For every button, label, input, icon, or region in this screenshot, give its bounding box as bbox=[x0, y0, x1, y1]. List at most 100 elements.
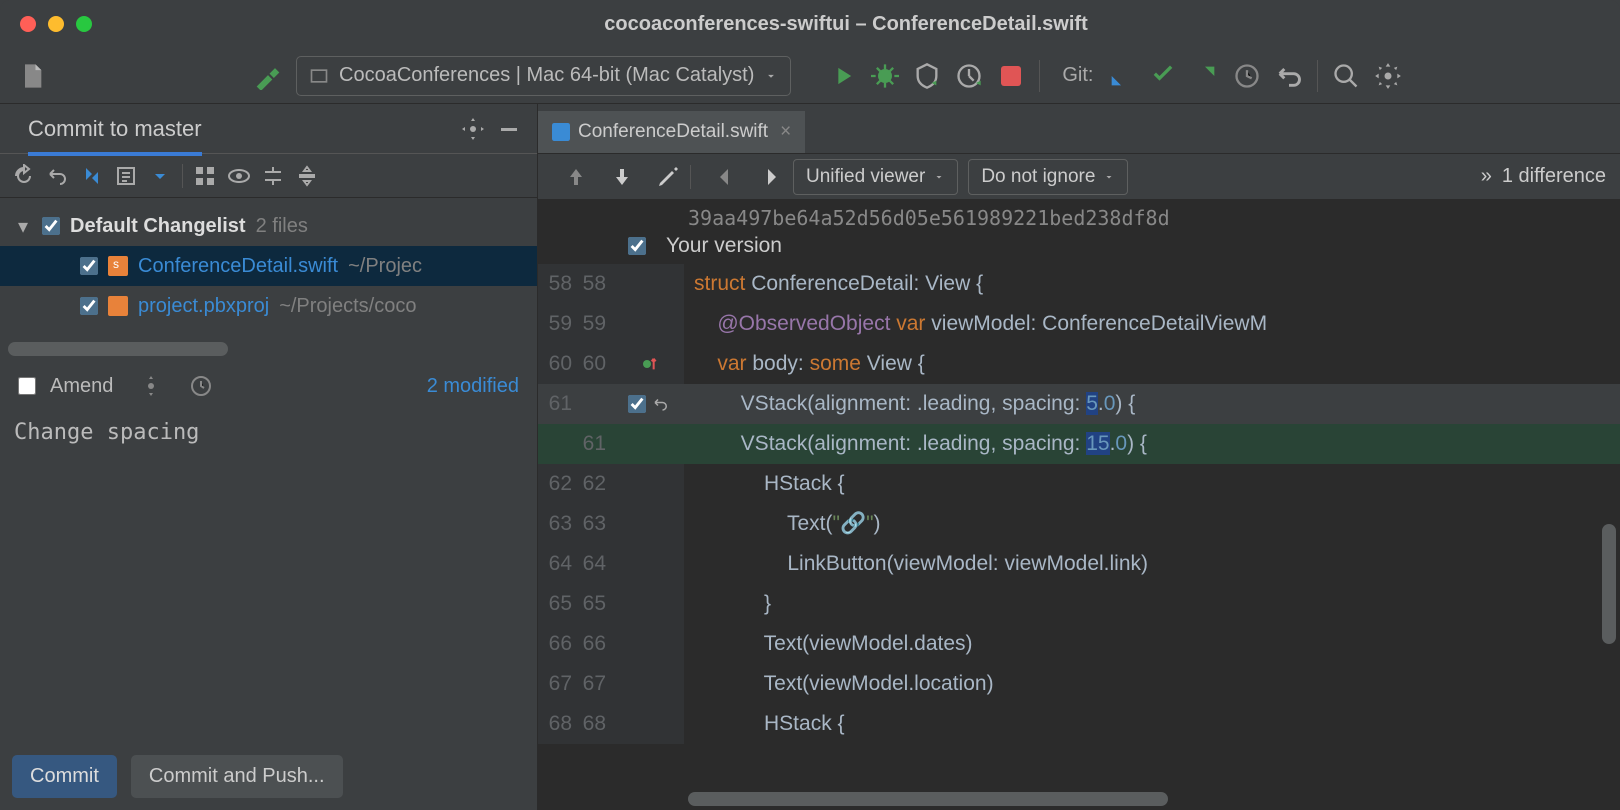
modified-count[interactable]: 2 modified bbox=[427, 375, 519, 398]
gutter-marker bbox=[614, 264, 684, 304]
code-line: 61 VStack(alignment: .leading, spacing: … bbox=[538, 384, 1620, 424]
next-diff-icon[interactable] bbox=[610, 165, 634, 189]
git-update-button[interactable] bbox=[1107, 62, 1135, 90]
refresh-icon[interactable] bbox=[12, 164, 36, 188]
vertical-scrollbar[interactable] bbox=[1602, 524, 1616, 644]
gutter-marker bbox=[614, 344, 684, 384]
file-row[interactable]: ConferenceDetail.swift ~/Projec bbox=[0, 246, 537, 286]
editor-tabbar: ConferenceDetail.swift × bbox=[538, 104, 1620, 154]
close-tab-icon[interactable]: × bbox=[780, 121, 791, 143]
code-line: 6060 var body: some View { bbox=[538, 344, 1620, 384]
debug-button[interactable] bbox=[871, 62, 899, 90]
diff-count-area: » 1 difference bbox=[1481, 165, 1606, 188]
more-icon[interactable]: » bbox=[1481, 165, 1492, 188]
git-history-button[interactable] bbox=[1233, 62, 1261, 90]
commit-panel: Commit to master ▾ Default Changelist 2 … bbox=[0, 104, 538, 810]
git-push-button[interactable] bbox=[1191, 62, 1219, 90]
titlebar: cocoaconferences-swiftui – ConferenceDet… bbox=[0, 0, 1620, 48]
file-checkbox[interactable] bbox=[80, 257, 98, 275]
gutter-marker bbox=[614, 624, 684, 664]
file-row[interactable]: project.pbxproj ~/Projects/coco bbox=[0, 286, 537, 326]
edit-icon[interactable] bbox=[656, 165, 680, 189]
stop-button[interactable] bbox=[997, 62, 1025, 90]
window-title: cocoaconferences-swiftui – ConferenceDet… bbox=[92, 13, 1600, 36]
minimize-window-button[interactable] bbox=[48, 16, 64, 32]
build-icon[interactable] bbox=[254, 62, 282, 90]
changelist-icon[interactable] bbox=[114, 164, 138, 188]
diff-icon[interactable] bbox=[80, 164, 104, 188]
editor-area: ConferenceDetail.swift × Unified viewer … bbox=[538, 104, 1620, 810]
code-text: } bbox=[684, 584, 1620, 624]
gutter-marker bbox=[614, 664, 684, 704]
file-path: ~/Projec bbox=[348, 255, 422, 278]
git-rollback-button[interactable] bbox=[1275, 62, 1303, 90]
editor-tab[interactable]: ConferenceDetail.swift × bbox=[538, 109, 805, 153]
hunk-checkbox[interactable] bbox=[628, 395, 646, 413]
gear-icon[interactable] bbox=[461, 117, 485, 141]
changelist-row[interactable]: ▾ Default Changelist 2 files bbox=[0, 206, 537, 246]
nav-back-icon[interactable] bbox=[713, 165, 737, 189]
horizontal-scrollbar[interactable] bbox=[8, 342, 228, 356]
commit-and-push-button[interactable]: Commit and Push... bbox=[131, 755, 343, 798]
git-label: Git: bbox=[1062, 64, 1093, 87]
changelist-checkbox[interactable] bbox=[42, 217, 60, 235]
gutter-marker bbox=[614, 384, 684, 424]
changes-tree: ▾ Default Changelist 2 files ConferenceD… bbox=[0, 198, 537, 334]
code-line: 6363 Text("🔗") bbox=[538, 504, 1620, 544]
gutter-marker bbox=[614, 464, 684, 504]
code-text: @ObservedObject var viewModel: Conferenc… bbox=[684, 304, 1620, 344]
coverage-button[interactable] bbox=[913, 62, 941, 90]
profile-button[interactable] bbox=[955, 62, 983, 90]
shelve-icon[interactable] bbox=[148, 164, 172, 188]
amend-checkbox[interactable] bbox=[18, 377, 36, 395]
commit-buttons: Commit Commit and Push... bbox=[0, 743, 537, 810]
gutter: 6262 bbox=[538, 464, 614, 504]
settings-button[interactable] bbox=[1374, 62, 1402, 90]
expand-icon[interactable] bbox=[261, 164, 285, 188]
git-commit-button[interactable] bbox=[1149, 62, 1177, 90]
gutter: 6565 bbox=[538, 584, 614, 624]
amend-row: Amend 2 modified bbox=[0, 364, 537, 408]
prev-diff-icon[interactable] bbox=[564, 165, 588, 189]
new-file-icon[interactable] bbox=[18, 62, 46, 90]
file-checkbox[interactable] bbox=[80, 297, 98, 315]
gear-icon[interactable] bbox=[139, 374, 163, 398]
nav-forward-icon[interactable] bbox=[759, 165, 783, 189]
run-configuration-selector[interactable]: CocoaConferences | Mac 64-bit (Mac Catal… bbox=[296, 56, 791, 96]
view-icon[interactable] bbox=[227, 164, 251, 188]
file-path: ~/Projects/coco bbox=[279, 295, 416, 318]
group-icon[interactable] bbox=[193, 164, 217, 188]
diff-count: 1 difference bbox=[1502, 165, 1606, 188]
code-text: Text(viewModel.dates) bbox=[684, 624, 1620, 664]
gutter: 61 bbox=[538, 424, 614, 464]
code-text: HStack { bbox=[684, 464, 1620, 504]
code-text: Text(viewModel.location) bbox=[684, 664, 1620, 704]
ignore-mode-select[interactable]: Do not ignore bbox=[968, 159, 1128, 195]
changelist-count: 2 files bbox=[256, 215, 308, 238]
code-editor[interactable]: 5858 struct ConferenceDetail: View {5959… bbox=[538, 264, 1620, 810]
separator bbox=[1317, 60, 1318, 92]
minimize-panel-icon[interactable] bbox=[497, 117, 521, 141]
commit-message-input[interactable] bbox=[14, 420, 523, 731]
search-button[interactable] bbox=[1332, 62, 1360, 90]
maximize-window-button[interactable] bbox=[76, 16, 92, 32]
horizontal-scrollbar[interactable] bbox=[688, 792, 1168, 806]
history-icon[interactable] bbox=[189, 374, 213, 398]
gutter-marker bbox=[614, 304, 684, 344]
chevron-down-icon bbox=[1103, 171, 1115, 183]
file-name: project.pbxproj bbox=[138, 295, 269, 318]
chevron-down-icon bbox=[933, 171, 945, 183]
gutter: 6060 bbox=[538, 344, 614, 384]
code-line: 6464 LinkButton(viewModel: viewModel.lin… bbox=[538, 544, 1620, 584]
code-text: Text("🔗") bbox=[684, 504, 1620, 544]
commit-button[interactable]: Commit bbox=[12, 755, 117, 798]
code-text: LinkButton(viewModel: viewModel.link) bbox=[684, 544, 1620, 584]
version-checkbox[interactable] bbox=[628, 237, 646, 255]
rollback-icon[interactable] bbox=[46, 164, 70, 188]
separator bbox=[182, 164, 183, 188]
collapse-icon[interactable] bbox=[295, 164, 319, 188]
revert-icon[interactable] bbox=[652, 395, 670, 413]
run-button[interactable] bbox=[829, 62, 857, 90]
viewer-mode-select[interactable]: Unified viewer bbox=[793, 159, 958, 195]
close-window-button[interactable] bbox=[20, 16, 36, 32]
